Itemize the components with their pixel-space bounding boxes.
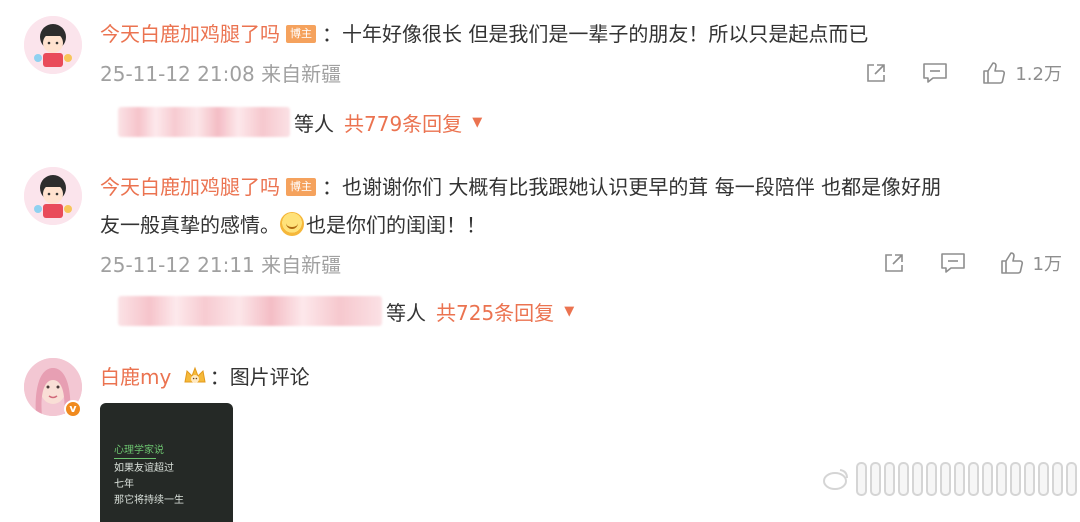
caret-down-icon[interactable]: ▼ bbox=[472, 115, 482, 130]
comment-meta: 25-11-12 21:08 来自新疆 bbox=[100, 58, 341, 87]
share-icon bbox=[867, 64, 886, 82]
thumbs-up-icon bbox=[983, 62, 1006, 84]
replies-others-text: 等人 bbox=[294, 111, 334, 136]
watermark-blurred-text bbox=[940, 462, 951, 496]
watermark-blurred-text bbox=[996, 462, 1007, 496]
username-link[interactable]: 今天白鹿加鸡腿了吗 bbox=[100, 175, 280, 199]
timestamp: 25-11-12 21:11 bbox=[100, 253, 255, 277]
comment-item: 今天白鹿加鸡腿了吗 博主 ：也谢谢你们 大概有比我跟她认识更早的茸 每一段陪伴 也都… bbox=[0, 150, 1080, 340]
watermark-blurred-text bbox=[856, 462, 867, 496]
view-replies-link[interactable]: 共725条回复 bbox=[436, 297, 554, 326]
comment-button[interactable] bbox=[939, 250, 967, 276]
share-button[interactable] bbox=[863, 60, 889, 86]
separator: ： bbox=[209, 365, 230, 389]
caret-down-icon[interactable]: ▼ bbox=[564, 304, 574, 319]
image-text-line: 那它将持续一生 bbox=[114, 495, 184, 506]
comment-image-thumbnail[interactable]: 心理学家说 如果友谊超过 七年 那它将持续一生 bbox=[100, 403, 233, 522]
comment-icon bbox=[923, 63, 948, 83]
watermark-blurred-text bbox=[1010, 462, 1021, 496]
watermark-blurred-text bbox=[926, 462, 937, 496]
comment-text-line: 今天白鹿加鸡腿了吗 博主 ：也谢谢你们 大概有比我跟她认识更早的茸 每一段陪伴 也都… bbox=[100, 170, 941, 204]
watermark-blurred-text bbox=[968, 462, 979, 496]
author-badge: 博主 bbox=[286, 24, 316, 43]
comment-item: 今天白鹿加鸡腿了吗 博主 ：十年好像很长 但是我们是一辈子的朋友！所以只是起点而已 … bbox=[0, 0, 1080, 150]
share-button[interactable] bbox=[881, 250, 907, 276]
watermark-blurred-text bbox=[884, 462, 895, 496]
like-count: 1.2万 bbox=[1015, 64, 1062, 85]
image-text-line: 心理学家说 bbox=[114, 445, 164, 456]
watermark-blurred-text bbox=[982, 462, 993, 496]
comment-text-line: 友一般真挚的感情。 也是你们的闺闺！！ bbox=[100, 208, 486, 242]
image-text-line: 七年 bbox=[114, 479, 134, 490]
replies-others-text: 等人 bbox=[386, 300, 426, 325]
view-replies-link[interactable]: 共779条回复 bbox=[344, 108, 462, 137]
crown-badge-icon bbox=[182, 364, 208, 388]
watermark-blurred-text bbox=[1038, 462, 1049, 496]
watermark-blurred-text bbox=[912, 462, 923, 496]
weibo-watermark-icon bbox=[823, 469, 848, 490]
comment-text-line: 今天白鹿加鸡腿了吗 博主 ：十年好像很长 但是我们是一辈子的朋友！所以只是起点而已 bbox=[100, 17, 868, 51]
separator: ： bbox=[322, 22, 342, 46]
like-button[interactable]: 1.2万 bbox=[981, 60, 1062, 86]
avatar[interactable] bbox=[24, 16, 82, 74]
comment-text: 也是你们的闺闺！！ bbox=[306, 213, 486, 237]
blurred-reply-usernames bbox=[118, 296, 382, 326]
comment-text: 友一般真挚的感情。 bbox=[100, 213, 280, 237]
username-link[interactable]: 白鹿my bbox=[100, 365, 171, 389]
replies-row: 等人 共779条回复 ▼ bbox=[118, 107, 482, 137]
comment-meta: 25-11-12 21:11 来自新疆 bbox=[100, 249, 341, 278]
comment-text-line: 白鹿my ：图片评论 bbox=[100, 360, 310, 394]
share-icon bbox=[884, 254, 903, 272]
separator: ： bbox=[322, 175, 342, 199]
avatar-cartoon-icon bbox=[24, 167, 82, 225]
comment-text: 图片评论 bbox=[229, 365, 310, 389]
watermark-blurred-text bbox=[898, 462, 909, 496]
comment-actions: 1.2万 bbox=[831, 60, 1062, 86]
watermark-blurred-text bbox=[1052, 462, 1063, 496]
watermark-blurred-text bbox=[954, 462, 965, 496]
comment-button[interactable] bbox=[921, 60, 949, 86]
replies-row: 等人 共725条回复 ▼ bbox=[118, 296, 574, 326]
like-count: 1万 bbox=[1032, 254, 1062, 275]
blurred-reply-usernames bbox=[118, 107, 290, 137]
comment-actions: 1万 bbox=[849, 250, 1062, 276]
watermark-blurred-text bbox=[870, 462, 881, 496]
avatar-cartoon-icon bbox=[24, 16, 82, 74]
comment-text: 十年好像很长 但是我们是一辈子的朋友！所以只是起点而已 bbox=[342, 22, 869, 46]
like-button[interactable]: 1万 bbox=[999, 250, 1062, 276]
watermark bbox=[822, 462, 1080, 496]
comment-text: 也谢谢你们 大概有比我跟她认识更早的茸 每一段陪伴 也都是像好朋 bbox=[342, 175, 942, 199]
image-text-line: 如果友谊超过 bbox=[114, 463, 174, 474]
author-badge: 博主 bbox=[286, 177, 316, 196]
watermark-blurred-text bbox=[1024, 462, 1035, 496]
laughing-emoji-icon bbox=[280, 212, 304, 236]
comment-icon bbox=[940, 253, 965, 273]
location: 来自新疆 bbox=[261, 62, 342, 86]
image-underline bbox=[114, 458, 156, 459]
verified-badge-icon: v bbox=[64, 400, 82, 418]
avatar[interactable] bbox=[24, 167, 82, 225]
thumbs-up-icon bbox=[1000, 252, 1023, 274]
location: 来自新疆 bbox=[261, 253, 342, 277]
username-link[interactable]: 今天白鹿加鸡腿了吗 bbox=[100, 22, 280, 46]
watermark-blurred-text bbox=[1066, 462, 1077, 496]
timestamp: 25-11-12 21:08 bbox=[100, 62, 255, 86]
